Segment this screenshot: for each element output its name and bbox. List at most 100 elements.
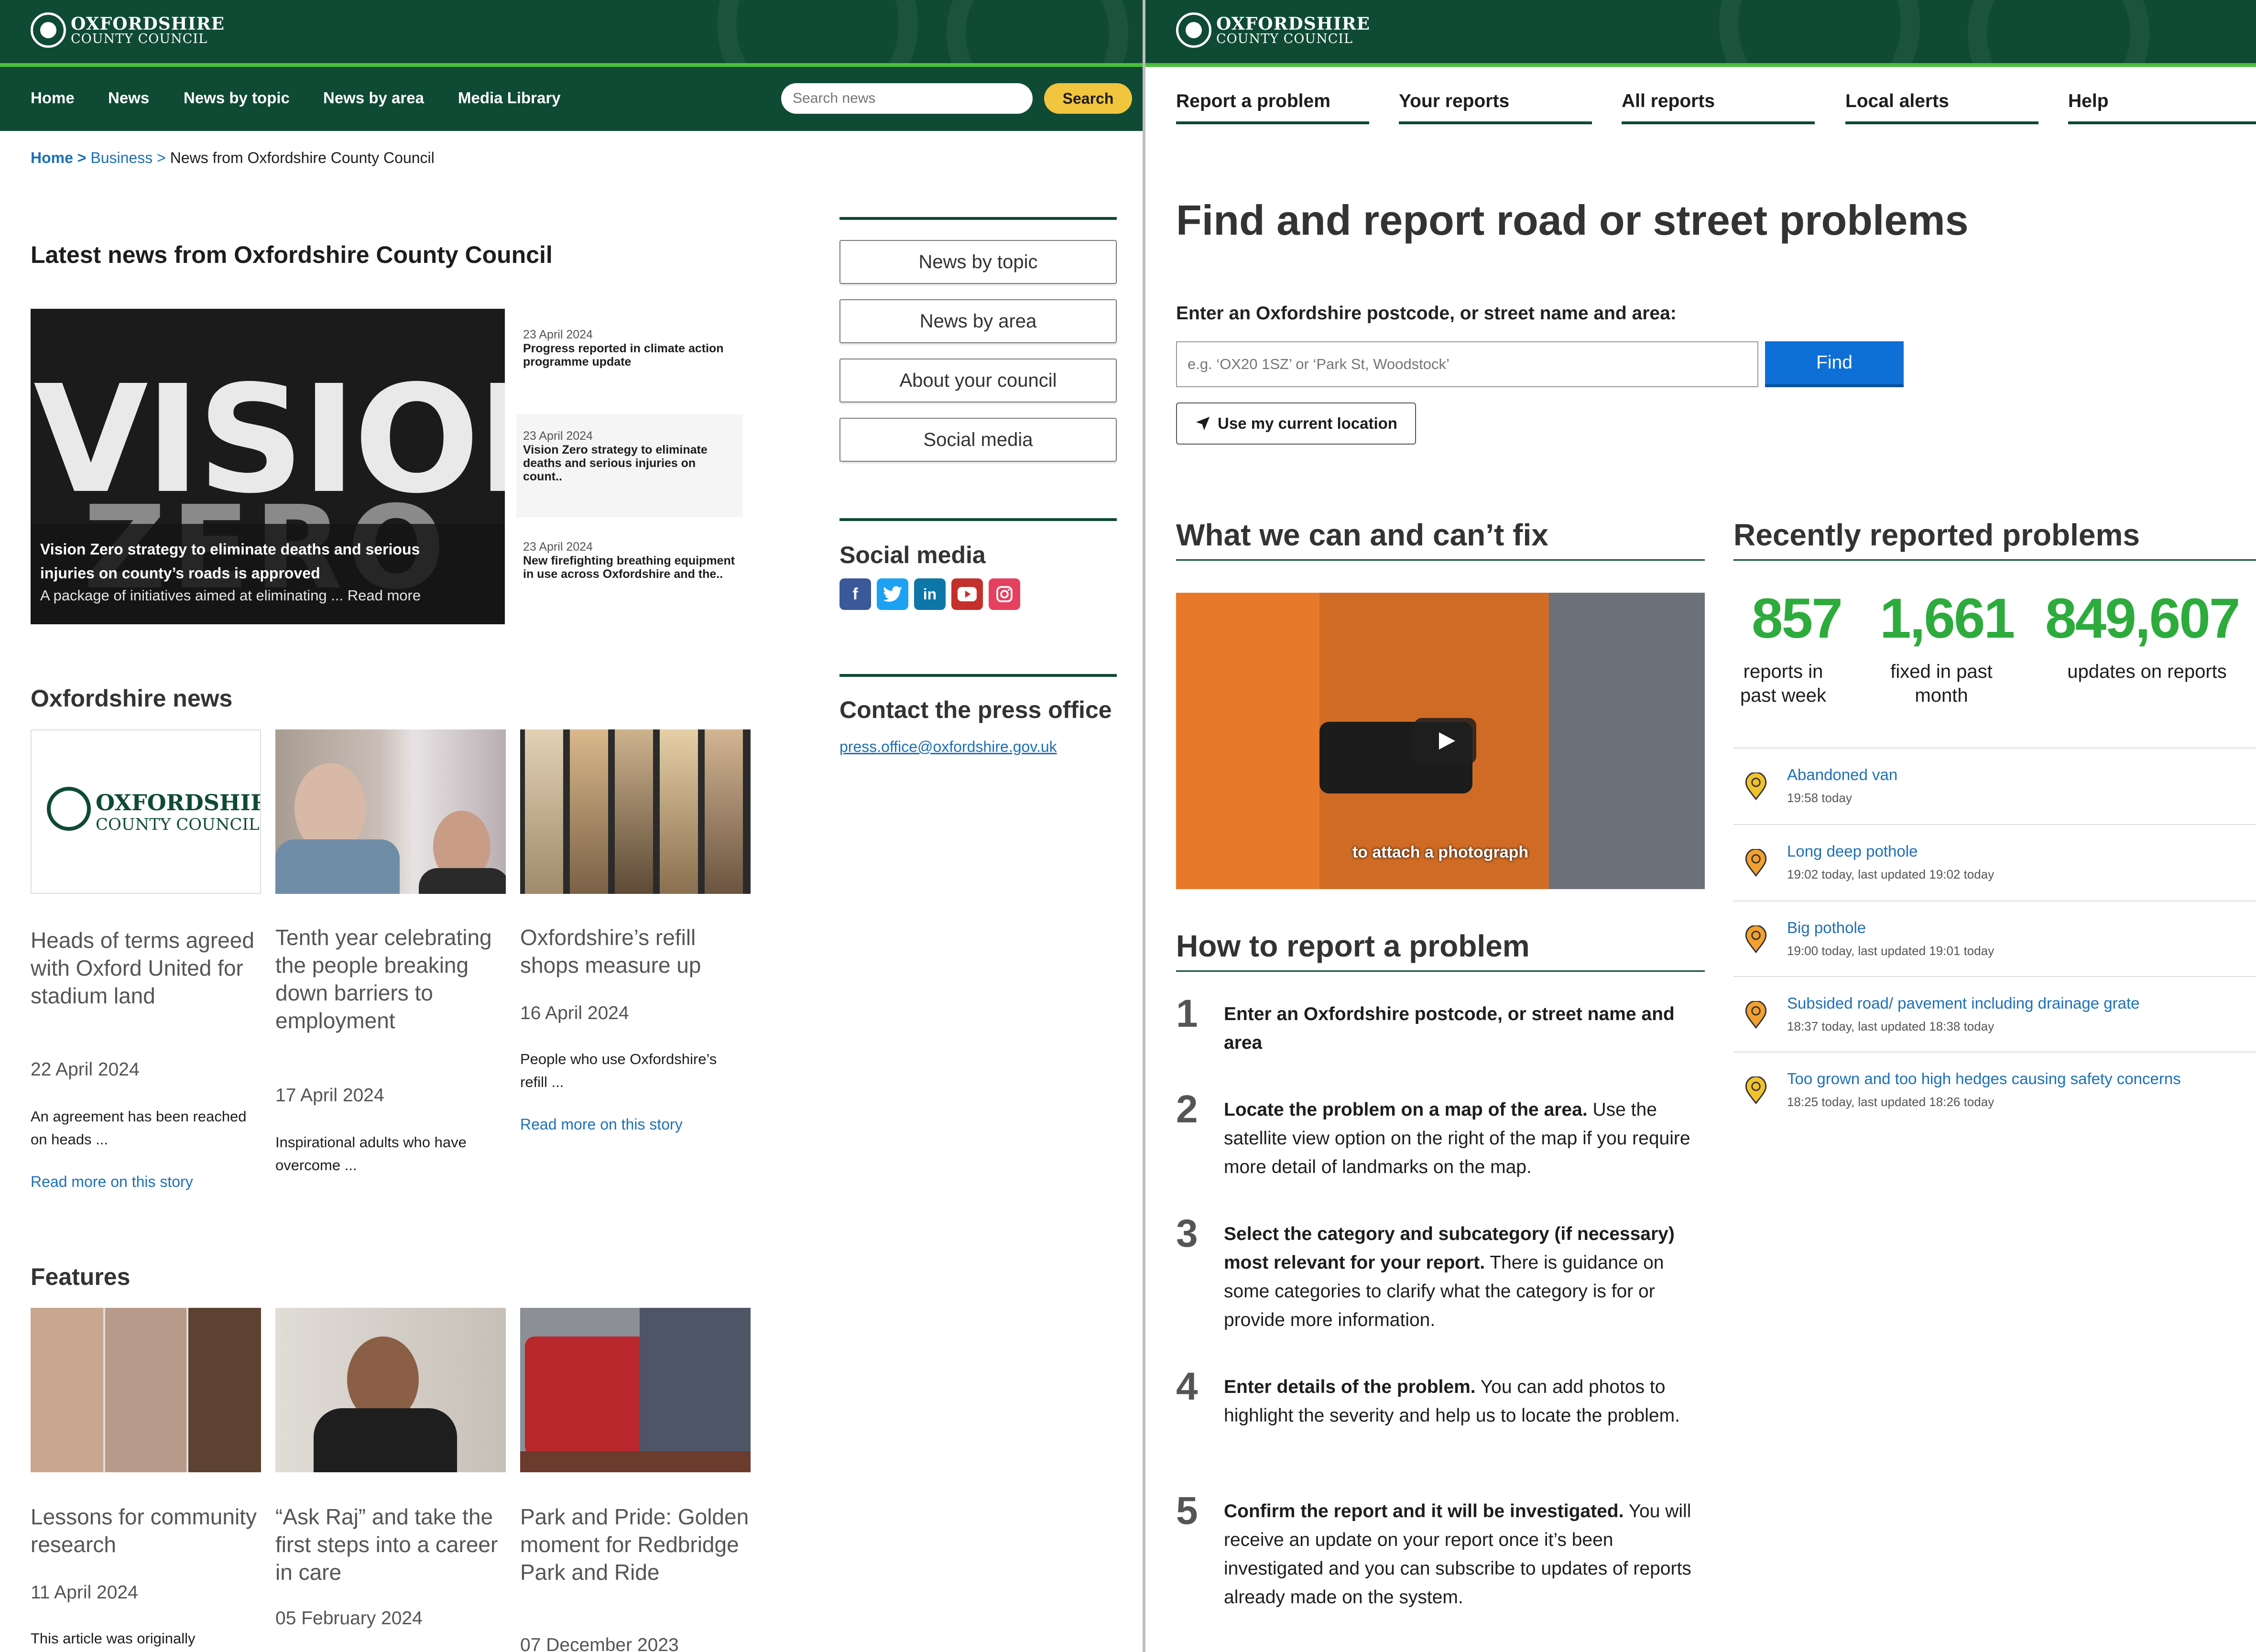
problem-pin-icon bbox=[1745, 925, 1767, 953]
use-location-button[interactable]: Use my current location bbox=[1176, 402, 1416, 445]
feature-card-title[interactable]: Lessons for community research bbox=[31, 1503, 260, 1558]
feature-card-date: 05 February 2024 bbox=[275, 1608, 423, 1629]
news-card-link[interactable]: Read more on this story bbox=[520, 1116, 683, 1133]
news-card-title[interactable]: Oxfordshire’s refill shops measure up bbox=[520, 924, 750, 979]
dispenser-shape bbox=[525, 729, 563, 894]
problem-title[interactable]: Abandoned van bbox=[1787, 766, 1897, 784]
breadcrumb-home[interactable]: Home > bbox=[31, 149, 86, 166]
facebook-icon[interactable]: f bbox=[839, 578, 871, 610]
side-news-title[interactable]: Progress reported in climate action prog… bbox=[523, 342, 736, 369]
tab-underline bbox=[1845, 121, 2038, 124]
link-social-media[interactable]: Social media bbox=[839, 418, 1117, 462]
oxfordshire-news-heading: Oxfordshire news bbox=[31, 685, 233, 712]
council-logo[interactable]: OXFORDSHIRE COUNTY COUNCIL bbox=[31, 12, 225, 48]
news-card-title[interactable]: Heads of terms agreed with Oxford United… bbox=[31, 926, 260, 1010]
step-bold: Enter details of the problem. bbox=[1224, 1377, 1476, 1397]
news-card-desc: People who use Oxfordshire’s refill ... bbox=[520, 1051, 717, 1090]
problem-title[interactable]: Big pothole bbox=[1787, 919, 1866, 937]
link-news-by-topic[interactable]: News by topic bbox=[839, 240, 1117, 284]
person-photo-shape bbox=[419, 868, 506, 894]
sidebar-rule bbox=[839, 217, 1117, 220]
news-card-date: 17 April 2024 bbox=[275, 1085, 384, 1106]
step-text: Locate the problem on a map of the area.… bbox=[1224, 1096, 1702, 1182]
problem-list-item[interactable]: Subsided road/ pavement including draina… bbox=[1733, 976, 2256, 1052]
dispenser-shape bbox=[615, 729, 653, 894]
sidebar-rule bbox=[839, 674, 1117, 677]
tab-help[interactable]: Help bbox=[2068, 91, 2109, 112]
instagram-icon[interactable] bbox=[989, 578, 1020, 610]
problem-title[interactable]: Too grown and too high hedges causing sa… bbox=[1787, 1070, 2181, 1088]
problem-list-item[interactable]: Long deep pothole 19:02 today, last upda… bbox=[1733, 824, 2256, 900]
person-photo-shape bbox=[31, 1308, 103, 1472]
search-news-input[interactable] bbox=[781, 83, 1033, 114]
feature-card-title[interactable]: “Ask Raj” and take the first steps into … bbox=[275, 1503, 505, 1586]
council-logo[interactable]: OXFORDSHIRE COUNTY COUNCIL bbox=[1176, 12, 1370, 48]
nav-news-by-topic[interactable]: News by topic bbox=[184, 89, 290, 107]
tab-local-alerts[interactable]: Local alerts bbox=[1845, 91, 1949, 112]
header-crest-decoration bbox=[1719, 0, 1920, 65]
twitter-icon[interactable] bbox=[877, 578, 908, 610]
problem-pin-icon bbox=[1745, 1076, 1767, 1104]
video-player[interactable]: to attach a photograph bbox=[1176, 593, 1705, 889]
site-header: OXFORDSHIRE COUNTY COUNCIL bbox=[1145, 0, 2256, 65]
use-location-label: Use my current location bbox=[1218, 414, 1397, 432]
nav-home[interactable]: Home bbox=[31, 89, 75, 107]
news-card-image[interactable] bbox=[275, 729, 506, 894]
stat-label: updates on reports bbox=[2049, 660, 2245, 684]
step-bold: Locate the problem on a map of the area. bbox=[1224, 1099, 1588, 1120]
news-card-title[interactable]: Tenth year celebrating the people breaki… bbox=[275, 924, 505, 1034]
tab-all-reports[interactable]: All reports bbox=[1622, 91, 1715, 112]
oxfordshire-news-page: OXFORDSHIRE COUNTY COUNCIL Home News New… bbox=[0, 0, 1143, 1652]
bus-shape bbox=[525, 1337, 649, 1456]
logo-line2: COUNTY COUNCIL bbox=[1216, 31, 1353, 46]
nav-news[interactable]: News bbox=[108, 89, 149, 107]
news-card-image[interactable]: OXFORDSHIRE COUNTY COUNCIL bbox=[31, 729, 261, 894]
side-news-item[interactable]: 23 April 2024 Progress reported in clima… bbox=[516, 323, 743, 373]
find-button[interactable]: Find bbox=[1765, 341, 1904, 387]
step-bold: Confirm the report and it will be invest… bbox=[1224, 1501, 1624, 1522]
problem-meta: 18:37 today, last updated 18:38 today bbox=[1787, 1019, 1994, 1033]
play-icon[interactable] bbox=[1414, 718, 1476, 764]
tab-underline bbox=[1176, 121, 1369, 124]
problem-list-item[interactable]: Big pothole 19:00 today, last updated 19… bbox=[1733, 901, 2256, 976]
header-crest-decoration bbox=[1968, 0, 2149, 65]
side-news-item-active[interactable]: 23 April 2024 Vision Zero strategy to el… bbox=[516, 414, 743, 517]
news-card-image[interactable] bbox=[520, 729, 751, 894]
side-news-title[interactable]: New firefighting breathing equipment in … bbox=[523, 554, 736, 581]
hero-title-line1[interactable]: Vision Zero strategy to eliminate deaths… bbox=[40, 536, 495, 562]
problem-title[interactable]: Subsided road/ pavement including draina… bbox=[1787, 994, 2140, 1012]
news-card-link[interactable]: Read more on this story bbox=[31, 1173, 193, 1191]
problem-list-item[interactable]: Too grown and too high hedges causing sa… bbox=[1733, 1052, 2256, 1127]
feature-card-title[interactable]: Park and Pride: Golden moment for Redbri… bbox=[520, 1503, 750, 1586]
side-news-date: 23 April 2024 bbox=[523, 328, 593, 341]
breadcrumb-business[interactable]: Business > bbox=[90, 149, 165, 166]
feature-card-image[interactable] bbox=[520, 1308, 751, 1472]
nav-media-library[interactable]: Media Library bbox=[458, 89, 561, 107]
feature-card-image[interactable] bbox=[31, 1308, 261, 1472]
tab-report-a-problem[interactable]: Report a problem bbox=[1176, 91, 1330, 112]
problem-list-item[interactable]: Abandoned van 19:58 today bbox=[1733, 748, 2256, 823]
hero-desc[interactable]: A package of initiatives aimed at elimin… bbox=[40, 587, 495, 604]
postcode-input[interactable] bbox=[1176, 341, 1758, 387]
hero-title-line2[interactable]: injuries on county’s roads is approved bbox=[40, 560, 495, 586]
link-about-your-council[interactable]: About your council bbox=[839, 359, 1117, 402]
dispenser-shape bbox=[705, 729, 743, 894]
search-button[interactable]: Search bbox=[1044, 83, 1132, 114]
stat-label: reports in past week bbox=[1732, 660, 1835, 707]
logo-line1: OXFORDSHIRE bbox=[1216, 13, 1370, 34]
main-nav: Home News News by topic News by area Med… bbox=[0, 67, 1143, 131]
hero-caption: Vision Zero strategy to eliminate deaths… bbox=[31, 524, 505, 624]
side-news-item[interactable]: 23 April 2024 New firefighting breathing… bbox=[516, 535, 743, 586]
linkedin-icon[interactable]: in bbox=[914, 578, 946, 610]
side-news-title[interactable]: Vision Zero strategy to eliminate deaths… bbox=[523, 443, 736, 483]
feature-card-image[interactable] bbox=[275, 1308, 506, 1472]
tab-your-reports[interactable]: Your reports bbox=[1399, 91, 1509, 112]
press-email-link[interactable]: press.office@oxfordshire.gov.uk bbox=[839, 738, 1057, 756]
problem-pin-icon bbox=[1745, 849, 1767, 877]
section-rule bbox=[1176, 559, 1705, 561]
nav-news-by-area[interactable]: News by area bbox=[323, 89, 424, 107]
problem-title[interactable]: Long deep pothole bbox=[1787, 842, 1918, 860]
youtube-icon[interactable] bbox=[951, 578, 983, 610]
hero-story[interactable]: VISION ZERO Vision Zero strategy to elim… bbox=[31, 309, 505, 624]
link-news-by-area[interactable]: News by area bbox=[839, 299, 1117, 343]
